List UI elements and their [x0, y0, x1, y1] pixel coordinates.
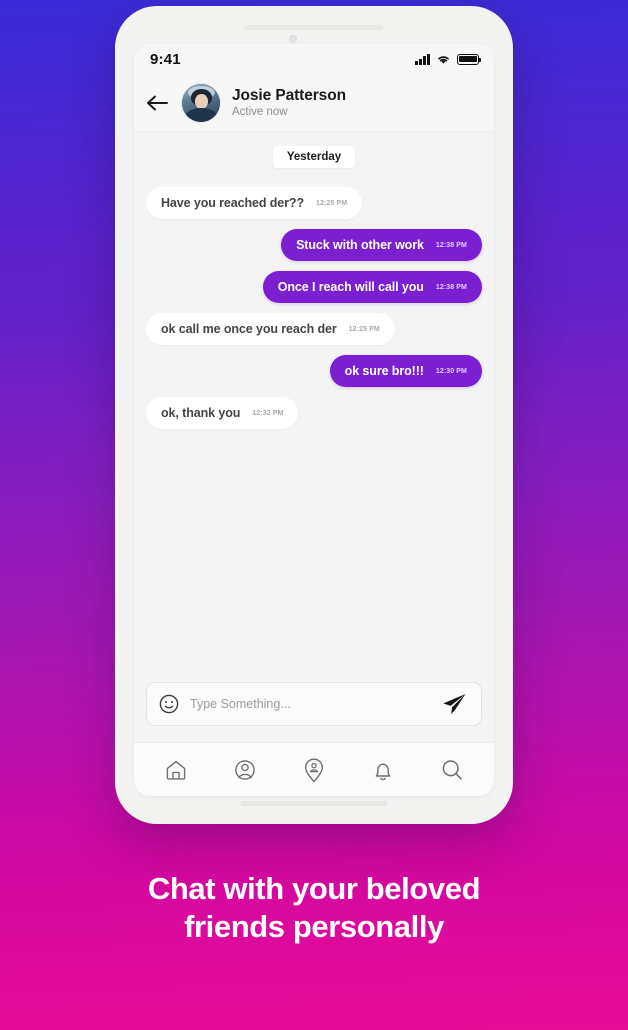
phone-mockup-frame: 9:41 Josie Patterson Active now Yesterda…: [115, 6, 513, 824]
status-bar-time: 9:41: [150, 50, 181, 68]
nav-item-home[interactable]: [157, 751, 195, 789]
message-text: ok sure bro!!!: [344, 364, 424, 378]
home-icon: [167, 760, 186, 780]
nav-item-profile[interactable]: [226, 751, 264, 789]
message-text: Once I reach will call you: [277, 280, 424, 294]
message-row: Have you reached der?? 12:25 PM: [146, 187, 482, 219]
message-bubble-outgoing[interactable]: Once I reach will call you 12:38 PM: [262, 271, 482, 303]
message-text: Stuck with other work: [296, 238, 424, 252]
profile-icon: [235, 759, 255, 780]
message-timestamp: 12:32 PM: [252, 409, 284, 417]
chat-header: Josie Patterson Active now: [134, 74, 494, 132]
message-input[interactable]: [190, 697, 430, 711]
bell-icon: [375, 763, 391, 780]
messages-container: Have you reached der?? 12:25 PM Stuck with…: [146, 187, 482, 439]
avatar[interactable]: [182, 83, 220, 122]
send-paper-plane-icon: [443, 694, 466, 714]
send-button[interactable]: [441, 692, 467, 716]
back-button[interactable]: [144, 90, 170, 116]
message-bubble-incoming[interactable]: ok call me once you reach der 12:25 PM: [146, 313, 395, 345]
battery-full-icon: [457, 53, 482, 65]
nav-item-nearby[interactable]: [295, 751, 333, 789]
message-composer[interactable]: [146, 682, 482, 726]
caption-line-1: Chat with your beloved: [147, 871, 481, 906]
back-arrow-icon: [147, 95, 168, 110]
location-pin-icon: [304, 757, 323, 782]
day-divider-row: Yesterday: [146, 146, 482, 168]
message-bubble-outgoing[interactable]: ok sure bro!!! 12:30 PM: [329, 355, 482, 387]
peer-info[interactable]: Josie Patterson Active now: [232, 87, 346, 118]
message-bubble-incoming[interactable]: ok, thank you 12:32 PM: [146, 397, 299, 429]
smiley-face-icon[interactable]: [159, 694, 179, 714]
phone-speaker-slot: [244, 25, 384, 30]
search-icon: [442, 759, 462, 780]
message-text: ok call me once you reach der: [161, 322, 337, 336]
message-timestamp: 12:38 PM: [435, 241, 467, 249]
promo-caption: Chat with your beloved friends personall…: [0, 870, 628, 947]
phone-front-camera-icon: [289, 35, 297, 43]
message-row: ok sure bro!!! 12:30 PM: [146, 355, 482, 387]
peer-status: Active now: [232, 106, 288, 118]
wifi-icon: [438, 55, 449, 64]
message-row: Stuck with other work 12:38 PM: [146, 229, 482, 261]
message-timestamp: 12:38 PM: [435, 283, 467, 291]
status-bar: 9:41: [134, 44, 494, 74]
message-list[interactable]: Yesterday Have you reached der?? 12:25 PM…: [134, 132, 494, 672]
cellular-signal-icon: [415, 53, 430, 65]
message-bubble-outgoing[interactable]: Stuck with other work 12:38 PM: [281, 229, 482, 261]
day-divider-chip: Yesterday: [272, 146, 356, 168]
phone-screen: 9:41 Josie Patterson Active now Yesterda…: [134, 44, 494, 796]
message-bubble-incoming[interactable]: Have you reached der?? 12:25 PM: [146, 187, 363, 219]
bottom-navigation-bar[interactable]: [134, 742, 494, 796]
nav-item-search[interactable]: [433, 751, 471, 789]
message-timestamp: 12:30 PM: [435, 367, 467, 375]
message-row: Once I reach will call you 12:38 PM: [146, 271, 482, 303]
nav-item-notifications[interactable]: [364, 751, 402, 789]
message-row: ok call me once you reach der 12:25 PM: [146, 313, 482, 345]
caption-line-2: friends personally: [184, 909, 444, 945]
home-indicator: [240, 801, 388, 806]
message-text: Have you reached der??: [161, 196, 304, 210]
message-timestamp: 12:25 PM: [348, 325, 380, 333]
message-row: ok, thank you 12:32 PM: [146, 397, 482, 429]
message-text: ok, thank you: [161, 406, 241, 420]
peer-name: Josie Patterson: [232, 87, 346, 104]
message-timestamp: 12:25 PM: [316, 199, 348, 207]
composer-area: [134, 672, 494, 742]
status-bar-icons: [415, 53, 482, 65]
